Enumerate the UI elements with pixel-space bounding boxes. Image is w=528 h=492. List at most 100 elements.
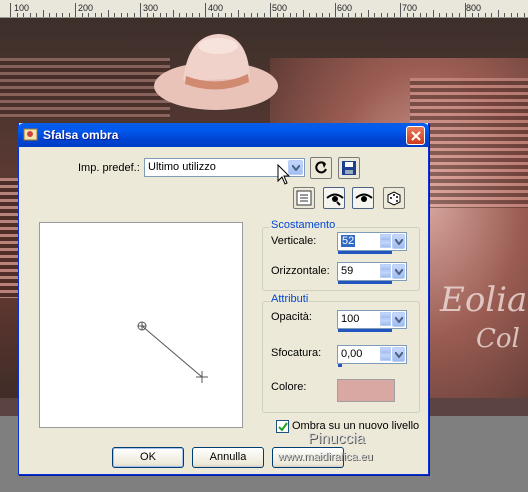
ruler-tick xyxy=(387,13,388,17)
horizontal-offset-field[interactable]: 59 xyxy=(337,262,407,284)
ruler-tick xyxy=(36,13,37,17)
ruler-tick xyxy=(82,13,83,17)
ruler-tick xyxy=(491,13,492,17)
ruler-label: 400 xyxy=(208,3,224,13)
ruler-tick xyxy=(452,13,453,17)
toggle-preview-button[interactable] xyxy=(293,187,315,209)
ruler-tick xyxy=(231,13,232,17)
chevron-down-icon[interactable] xyxy=(392,264,405,279)
ruler-tick xyxy=(270,3,271,17)
ruler-tick xyxy=(283,13,284,17)
close-button[interactable] xyxy=(406,126,425,145)
opacity-field[interactable]: 100 xyxy=(337,310,407,332)
ruler-tick xyxy=(17,13,18,17)
ruler-tick xyxy=(368,10,369,17)
ruler-tick xyxy=(192,13,193,17)
ruler-tick xyxy=(355,13,356,17)
blur-field[interactable]: 0,00 xyxy=(337,345,407,367)
list-icon xyxy=(296,190,312,206)
blur-value: 0,00 xyxy=(341,348,363,360)
ruler-tick xyxy=(127,13,128,17)
ruler-tick xyxy=(199,13,200,17)
ruler-label: 300 xyxy=(143,3,159,13)
eye-icon xyxy=(326,193,344,206)
blur-spinner[interactable] xyxy=(380,347,391,362)
ruler-tick xyxy=(420,13,421,17)
horizontal-slider[interactable] xyxy=(338,281,392,284)
ruler-tick xyxy=(446,13,447,17)
ruler-tick xyxy=(23,13,24,17)
preset-label: Imp. predef.: xyxy=(78,162,140,174)
ruler-tick xyxy=(153,13,154,17)
auto-proof-button[interactable] xyxy=(352,187,374,209)
ruler-tick xyxy=(134,13,135,17)
ruler-tick xyxy=(400,3,401,17)
floppy-disk-icon xyxy=(342,161,356,175)
attributes-group-title: Attributi xyxy=(270,293,310,305)
cancel-button[interactable]: Annulla xyxy=(192,447,264,468)
ruler-tick xyxy=(140,3,141,17)
vertical-slider[interactable] xyxy=(338,251,392,254)
vertical-offset-field[interactable]: 52 xyxy=(337,232,407,254)
preset-value: Ultimo utilizzo xyxy=(148,161,216,173)
ruler-label: 100 xyxy=(14,3,30,13)
chevron-down-icon[interactable] xyxy=(392,234,405,249)
drop-shadow-dialog: Sfalsa ombra Imp. predef.: Ultimo utiliz… xyxy=(18,123,429,475)
ruler-tick xyxy=(108,10,109,17)
save-preset-button[interactable] xyxy=(338,157,360,179)
randomize-button[interactable] xyxy=(383,187,405,209)
ruler-tick xyxy=(524,13,525,17)
signature-text: Eolia xyxy=(440,280,528,320)
ruler-tick xyxy=(511,13,512,17)
ruler-tick xyxy=(166,13,167,17)
ruler-tick xyxy=(62,13,63,17)
ruler-tick xyxy=(173,10,174,17)
shadow-color-swatch[interactable] xyxy=(337,379,395,402)
blur-slider[interactable] xyxy=(338,364,342,367)
ruler-tick xyxy=(413,13,414,17)
color-label: Colore: xyxy=(271,381,307,393)
dialog-titlebar[interactable]: Sfalsa ombra xyxy=(18,123,429,147)
ruler-tick xyxy=(277,13,278,17)
ruler-tick xyxy=(361,13,362,17)
vertical-spinner[interactable] xyxy=(380,234,391,249)
ruler-tick xyxy=(264,13,265,17)
ruler-tick xyxy=(257,13,258,17)
new-layer-checkbox[interactable] xyxy=(276,420,289,433)
opacity-slider[interactable] xyxy=(338,329,392,332)
ruler-tick xyxy=(439,13,440,17)
ruler-tick xyxy=(88,13,89,17)
checkmark-icon xyxy=(278,422,288,432)
ruler-tick xyxy=(407,13,408,17)
ruler-tick xyxy=(101,13,102,17)
ok-button[interactable]: OK xyxy=(112,447,184,468)
ruler-tick xyxy=(251,13,252,17)
ruler-tick xyxy=(322,13,323,17)
proof-preview-button[interactable] xyxy=(323,187,345,209)
reset-button[interactable] xyxy=(310,157,332,179)
ruler-tick xyxy=(179,13,180,17)
shadow-preview-area[interactable] xyxy=(39,222,243,428)
ruler-tick xyxy=(75,3,76,17)
ruler-label: 700 xyxy=(402,3,418,13)
ruler-tick xyxy=(517,13,518,17)
ruler-tick xyxy=(426,13,427,17)
ruler-tick xyxy=(69,13,70,17)
watermark-url: www.maidirafica.eu xyxy=(278,451,373,463)
ruler-tick xyxy=(394,13,395,17)
dice-icon xyxy=(387,191,401,206)
horizontal-spinner[interactable] xyxy=(380,264,391,279)
chevron-down-icon[interactable] xyxy=(392,347,405,362)
chevron-down-icon[interactable] xyxy=(392,312,405,327)
ruler-tick xyxy=(329,13,330,17)
ruler-tick xyxy=(186,13,187,17)
ruler-tick xyxy=(43,10,44,17)
ruler-tick xyxy=(95,13,96,17)
ruler-tick xyxy=(316,13,317,17)
ruler-tick xyxy=(498,10,499,17)
watermark-title: Pinuccia xyxy=(308,430,365,447)
ruler-tick xyxy=(381,13,382,17)
ruler-tick xyxy=(348,13,349,17)
opacity-spinner[interactable] xyxy=(380,312,391,327)
ruler-label: 200 xyxy=(78,3,94,13)
